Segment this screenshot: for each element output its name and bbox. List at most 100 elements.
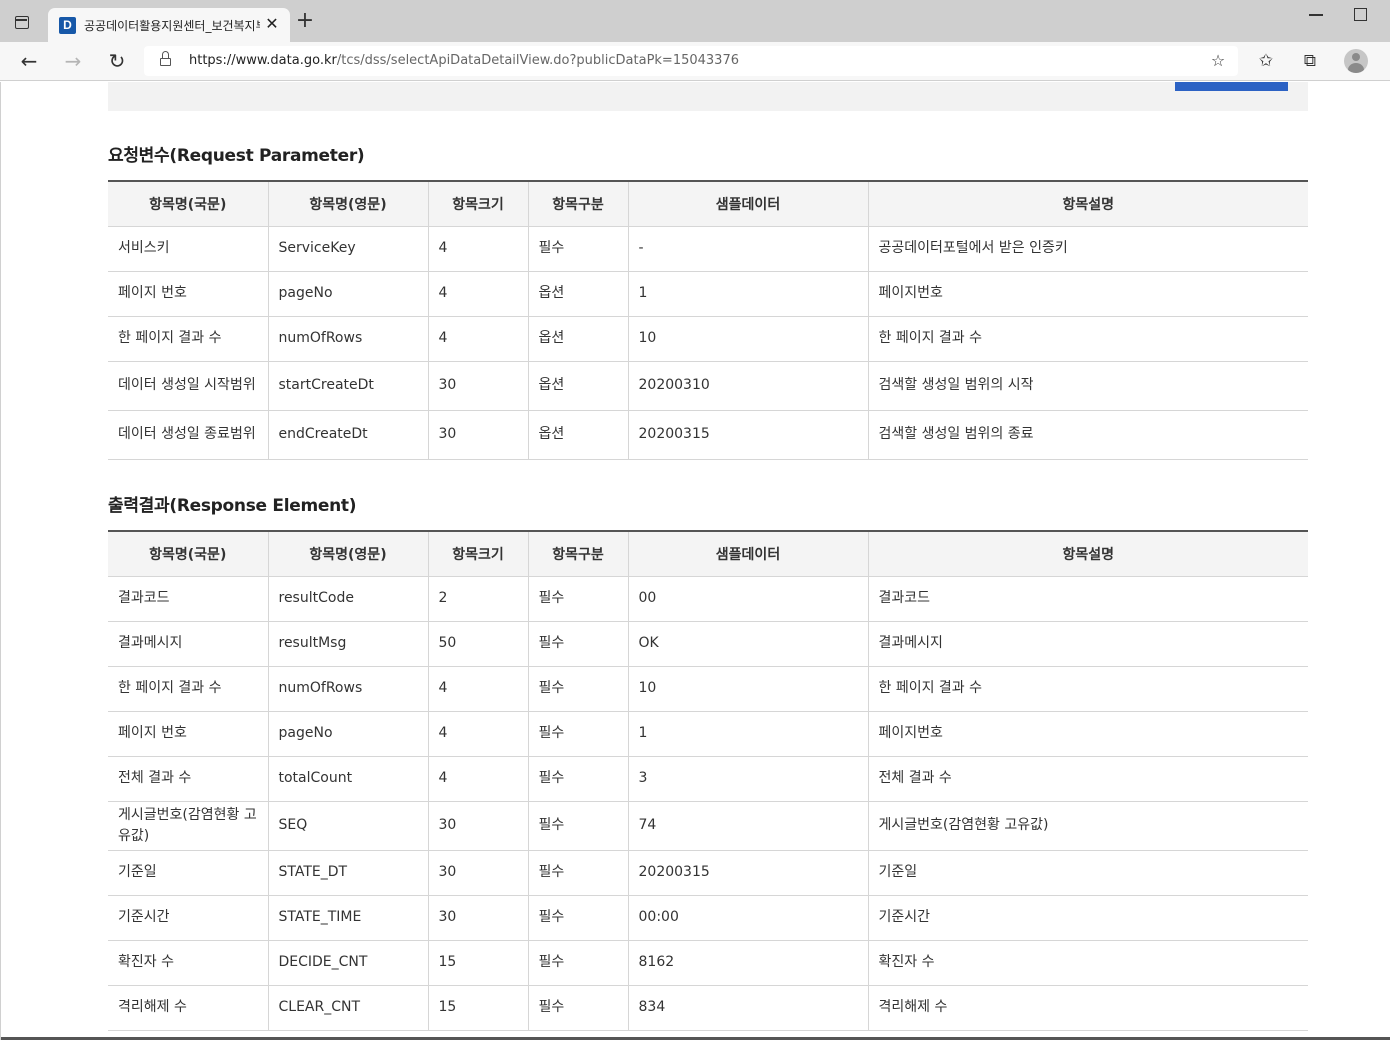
table-row: 한 페이지 결과 수 numOfRows 4 필수 10 한 페이지 결과 수 bbox=[108, 666, 1308, 712]
response-section-title: 출력결과(Response Element) bbox=[108, 496, 357, 516]
table-cell: 확진자 수 bbox=[867, 940, 1308, 986]
table-cell: 15 bbox=[427, 985, 528, 1031]
table-cell: 필수 bbox=[527, 801, 628, 851]
table-cell: 필수 bbox=[527, 895, 628, 941]
table-cell: numOfRows bbox=[267, 316, 428, 362]
table-cell: 옵션 bbox=[527, 410, 628, 460]
table-cell: 4 bbox=[427, 271, 528, 317]
table-cell: 필수 bbox=[527, 576, 628, 622]
table-row: 격리해제 수 CLEAR_CNT 15 필수 834 격리해제 수 bbox=[108, 985, 1308, 1031]
column-header: 항목명(영문) bbox=[267, 531, 428, 577]
table-cell: 4 bbox=[427, 756, 528, 802]
top-panel bbox=[108, 82, 1308, 111]
table-cell: 필수 bbox=[527, 985, 628, 1031]
forward-arrow-icon[interactable]: → bbox=[59, 47, 87, 75]
table-cell: 게시글번호(감염현황 고유값) bbox=[867, 801, 1308, 851]
table-cell: 1 bbox=[627, 711, 868, 757]
collections-icon[interactable]: ⧉ bbox=[1298, 50, 1322, 72]
table-cell: 필수 bbox=[527, 756, 628, 802]
column-header: 항목명(국문) bbox=[108, 531, 268, 577]
table-cell: 30 bbox=[427, 801, 528, 851]
table-cell: SEQ bbox=[267, 801, 428, 851]
table-cell: resultMsg bbox=[267, 621, 428, 667]
table-cell: 검색할 생성일 범위의 시작 bbox=[867, 361, 1308, 411]
table-cell: 15 bbox=[427, 940, 528, 986]
lock-icon[interactable] bbox=[160, 51, 171, 67]
table-cell: 서비스키 bbox=[108, 226, 268, 272]
favorites-icon[interactable]: ✩ bbox=[1254, 50, 1278, 72]
site-favicon-icon: D bbox=[59, 17, 76, 34]
table-row: 기준시간 STATE_TIME 30 필수 00:00 기준시간 bbox=[108, 895, 1308, 941]
table-cell: 2 bbox=[427, 576, 528, 622]
column-header: 항목설명 bbox=[867, 531, 1308, 577]
table-cell: 격리해제 수 bbox=[108, 985, 268, 1031]
table-cell: 옵션 bbox=[527, 361, 628, 411]
browser-tab[interactable]: D 공공데이터활용지원센터_보건복지부 코로나19 감염 현황 ✕ bbox=[48, 8, 290, 42]
table-cell: 옵션 bbox=[527, 316, 628, 362]
table-cell: 4 bbox=[427, 316, 528, 362]
table-cell: 페이지 번호 bbox=[108, 711, 268, 757]
maximize-window-icon[interactable] bbox=[1354, 8, 1367, 21]
table-row: 확진자 수 DECIDE_CNT 15 필수 8162 확진자 수 bbox=[108, 940, 1308, 986]
table-cell: 기준일 bbox=[867, 850, 1308, 896]
table-cell: 격리해제 수 bbox=[867, 985, 1308, 1031]
table-cell: 전체 결과 수 bbox=[108, 756, 268, 802]
table-cell: 00:00 bbox=[627, 895, 868, 941]
column-header: 항목설명 bbox=[867, 181, 1308, 227]
refresh-icon[interactable]: ↻ bbox=[103, 47, 131, 75]
table-row: 페이지 번호 pageNo 4 옵션 1 페이지번호 bbox=[108, 271, 1308, 317]
column-header: 항목명(국문) bbox=[108, 181, 268, 227]
table-cell: 필수 bbox=[527, 711, 628, 757]
table-cell: 한 페이지 결과 수 bbox=[108, 316, 268, 362]
table-cell: 페이지 번호 bbox=[108, 271, 268, 317]
table-row: 전체 결과 수 totalCount 4 필수 3 전체 결과 수 bbox=[108, 756, 1308, 802]
url-path: /tcs/dss/selectApiDataDetailView.do?publ… bbox=[336, 53, 739, 68]
table-cell: 30 bbox=[427, 410, 528, 460]
table-row: 게시글번호(감염현황 고유값) SEQ 30 필수 74 게시글번호(감염현황 고유값) bbox=[108, 801, 1308, 851]
address-bar[interactable]: https://www.data.go.kr/tcs/dss/selectApi… bbox=[144, 46, 1238, 76]
table-cell: pageNo bbox=[267, 711, 428, 757]
table-cell: 전체 결과 수 bbox=[867, 756, 1308, 802]
table-cell: 결과코드 bbox=[108, 576, 268, 622]
table-row: 한 페이지 결과 수 numOfRows 4 옵션 10 한 페이지 결과 수 bbox=[108, 316, 1308, 362]
table-cell: 결과메시지 bbox=[108, 621, 268, 667]
new-tab-icon[interactable]: + bbox=[294, 10, 316, 33]
table-cell: endCreateDt bbox=[267, 410, 428, 460]
table-cell: 20200315 bbox=[627, 850, 868, 896]
table-cell: 페이지번호 bbox=[867, 271, 1308, 317]
table-cell: 50 bbox=[427, 621, 528, 667]
table-cell: 필수 bbox=[527, 226, 628, 272]
response-element-table: 항목명(국문) 항목명(영문) 항목크기 항목구분 샘플데이터 항목설명 결과코드 resu… bbox=[108, 530, 1308, 1031]
table-header-row: 항목명(국문) 항목명(영문) 항목크기 항목구분 샘플데이터 항목설명 bbox=[108, 181, 1308, 227]
table-cell: 10 bbox=[627, 316, 868, 362]
table-cell: 한 페이지 결과 수 bbox=[108, 666, 268, 712]
request-section-title: 요청변수(Request Parameter) bbox=[108, 146, 365, 166]
table-cell: 결과메시지 bbox=[867, 621, 1308, 667]
back-arrow-icon[interactable]: ← bbox=[15, 47, 43, 75]
table-cell: 필수 bbox=[527, 850, 628, 896]
action-button-edge[interactable] bbox=[1175, 82, 1288, 91]
table-cell: 기준시간 bbox=[108, 895, 268, 941]
table-cell: 공공데이터포털에서 받은 인증키 bbox=[867, 226, 1308, 272]
profile-avatar[interactable] bbox=[1344, 49, 1368, 73]
table-cell: pageNo bbox=[267, 271, 428, 317]
column-header: 항목크기 bbox=[427, 531, 528, 577]
table-cell: 확진자 수 bbox=[108, 940, 268, 986]
table-cell: 필수 bbox=[527, 666, 628, 712]
tab-actions-icon[interactable] bbox=[12, 13, 32, 33]
table-cell: 4 bbox=[427, 226, 528, 272]
table-cell: totalCount bbox=[267, 756, 428, 802]
close-tab-icon[interactable]: ✕ bbox=[262, 14, 282, 34]
table-cell: numOfRows bbox=[267, 666, 428, 712]
table-cell: 4 bbox=[427, 711, 528, 757]
table-cell: 한 페이지 결과 수 bbox=[867, 666, 1308, 712]
table-cell: 한 페이지 결과 수 bbox=[867, 316, 1308, 362]
add-favorite-icon[interactable]: ☆ bbox=[1207, 51, 1229, 71]
table-cell: 74 bbox=[627, 801, 868, 851]
column-header: 항목구분 bbox=[527, 181, 628, 227]
minimize-window-icon[interactable] bbox=[1309, 14, 1323, 16]
table-cell: 4 bbox=[427, 666, 528, 712]
request-parameter-table: 항목명(국문) 항목명(영문) 항목크기 항목구분 샘플데이터 항목설명 서비스키 Serv… bbox=[108, 180, 1308, 460]
url-text[interactable]: https://www.data.go.kr/tcs/dss/selectApi… bbox=[189, 53, 739, 68]
tab-title: 공공데이터활용지원센터_보건복지부 코로나19 감염 현황 bbox=[84, 19, 260, 33]
